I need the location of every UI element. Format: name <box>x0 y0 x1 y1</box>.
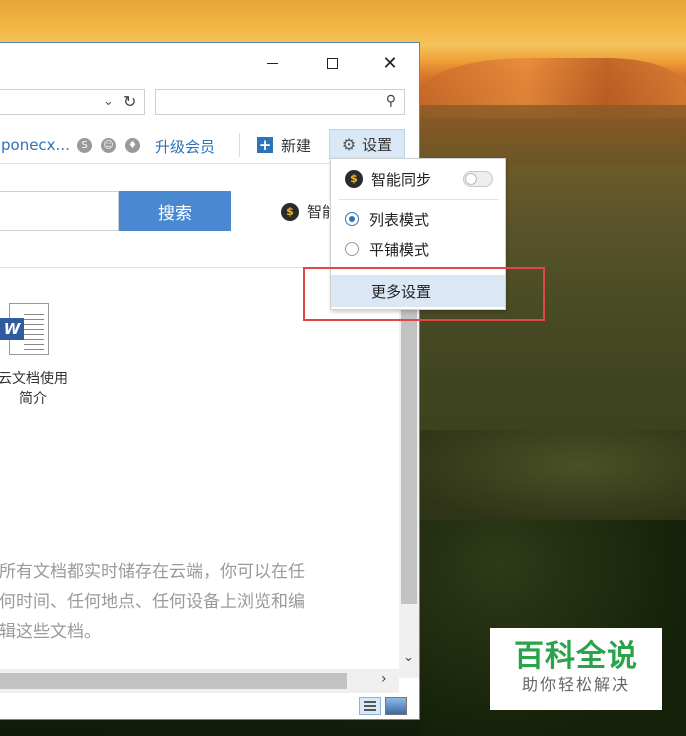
title-bar: ✕ <box>0 43 419 83</box>
settings-button-label: 设置 <box>362 135 393 154</box>
smart-sync-toggle[interactable] <box>463 171 493 187</box>
toolbar-divider <box>239 133 240 157</box>
smart-sync-tag[interactable]: $ 智能 <box>281 201 337 222</box>
vertical-scrollbar[interactable]: ⌄ <box>399 268 419 678</box>
word-logo-icon: W <box>0 318 24 340</box>
scrollbar-thumb[interactable] <box>0 673 347 689</box>
top-search-input[interactable]: ⚲ <box>155 89 405 115</box>
scrollbar-thumb[interactable] <box>401 304 417 604</box>
coin-icon: $ <box>281 202 299 221</box>
wallpaper-valley <box>420 430 686 520</box>
maximize-icon <box>326 57 338 69</box>
scroll-down-icon[interactable]: ⌄ <box>403 650 414 665</box>
plus-icon: + <box>257 136 273 154</box>
new-button-label: 新建 <box>281 136 312 155</box>
menu-item-tile-mode[interactable]: 平铺模式 <box>331 235 505 263</box>
address-bar[interactable]: ⌄ ↻ <box>0 89 145 115</box>
search-icon[interactable]: ⚲ <box>386 93 396 109</box>
smart-sync-label: 智能同步 <box>371 170 432 189</box>
document-lines <box>24 314 44 350</box>
app-window: ✕ ⌄ ↻ ⚲ poneсx... S ☺ ♦ 升级会员 + 新建 ⚙ 设置 搜… <box>0 42 420 720</box>
info-description: 所有文档都实时储存在云端，你可以在任 何时间、任何地点、任何设备上浏览和编 辑这… <box>0 562 305 642</box>
search-button-label: 搜索 <box>158 203 192 224</box>
wallpaper-ridge <box>420 105 686 165</box>
minimize-icon <box>266 62 278 64</box>
view-switcher <box>359 697 407 715</box>
member-badge-icon[interactable]: ♦ <box>125 138 140 153</box>
new-button[interactable]: + 新建 <box>257 133 311 157</box>
menu-item-smart-sync[interactable]: $ 智能同步 <box>331 165 505 193</box>
search-button[interactable]: 搜索 <box>119 191 231 231</box>
member-badge-icon[interactable]: S <box>77 138 92 153</box>
radio-selected-icon[interactable] <box>345 212 359 226</box>
maximize-button[interactable] <box>317 51 347 75</box>
close-icon: ✕ <box>382 52 398 74</box>
gear-icon: ⚙ <box>341 134 357 154</box>
tile-mode-label: 平铺模式 <box>369 240 430 259</box>
menu-item-list-mode[interactable]: 列表模式 <box>331 205 505 233</box>
refresh-icon[interactable]: ↻ <box>123 92 136 111</box>
scroll-right-icon[interactable]: › <box>381 671 387 687</box>
tile-view-icon[interactable] <box>385 697 407 715</box>
watermark-subtitle: 助你轻松解决 <box>521 675 630 694</box>
watermark-title: 百科全说 <box>514 639 638 674</box>
file-name: 云文档使用 简介 <box>0 371 68 407</box>
watermark-logo: 百科全说 助你轻松解决 <box>490 628 662 710</box>
horizontal-scrollbar[interactable]: › <box>0 669 399 693</box>
member-badge-icon[interactable]: ☺ <box>101 138 116 153</box>
list-view-icon[interactable] <box>359 697 381 715</box>
coin-icon: $ <box>345 170 363 188</box>
close-button[interactable]: ✕ <box>375 51 405 75</box>
minimize-button[interactable] <box>257 51 287 75</box>
document-search-input[interactable] <box>0 191 119 231</box>
radio-unselected-icon[interactable] <box>345 242 359 256</box>
settings-button[interactable]: ⚙ 设置 <box>329 129 405 159</box>
word-document-icon: W <box>0 303 49 355</box>
menu-divider <box>339 199 499 200</box>
list-mode-label: 列表模式 <box>369 210 430 229</box>
chevron-down-icon[interactable]: ⌄ <box>103 94 114 109</box>
upgrade-member-link[interactable]: 升级会员 <box>155 136 215 157</box>
annotation-highlight-box <box>303 267 545 321</box>
username-link[interactable]: poneсx... <box>1 136 70 154</box>
